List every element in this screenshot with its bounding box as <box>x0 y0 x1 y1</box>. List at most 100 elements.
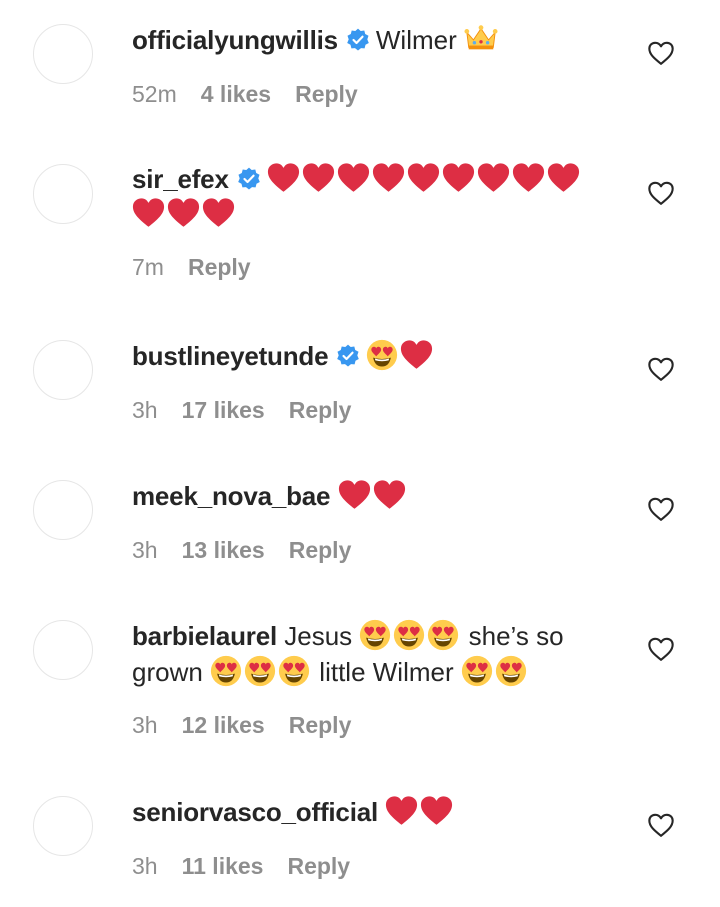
heart-outline-icon <box>647 812 675 838</box>
reply-button[interactable]: Reply <box>289 712 352 739</box>
crown-emoji <box>464 23 498 55</box>
comment-text: barbielaurel Jesus she’s so grown little… <box>132 618 612 690</box>
heart-outline-icon <box>647 496 675 522</box>
comment-body: bustlineyetunde 3h 17 likes Reply <box>132 338 612 424</box>
red-heart-emoji <box>420 795 453 827</box>
comment-text: seniorvasco_official <box>132 794 612 830</box>
heart-outline-icon <box>647 40 675 66</box>
likes-count[interactable]: 4 likes <box>201 81 271 108</box>
comment-body: seniorvasco_official 3h 11 likes Reply <box>132 794 612 880</box>
verified-badge-icon <box>237 167 261 191</box>
comment-text: bustlineyetunde <box>132 338 612 374</box>
red-heart-emoji <box>385 795 418 827</box>
like-button[interactable] <box>647 812 675 838</box>
red-heart-emoji <box>132 197 165 229</box>
verified-badge-icon <box>346 28 370 52</box>
comment-content: Wilmer <box>375 25 457 55</box>
comment-body: sir_efex 7m Reply <box>132 162 612 281</box>
comment-meta: 3h 13 likes Reply <box>132 537 612 564</box>
username[interactable]: seniorvasco_official <box>132 797 378 827</box>
comment-meta: 3h 11 likes Reply <box>132 853 612 880</box>
like-button[interactable] <box>647 180 675 206</box>
comment-content: little Wilmer <box>319 657 454 687</box>
red-heart-emoji <box>337 162 370 194</box>
reply-button[interactable]: Reply <box>289 537 352 564</box>
avatar[interactable] <box>33 340 93 400</box>
avatar[interactable] <box>33 620 93 680</box>
verified-badge-icon <box>336 344 360 368</box>
heart-eyes-emoji <box>210 655 242 687</box>
comment-meta: 3h 17 likes Reply <box>132 397 612 424</box>
heart-eyes-emoji <box>461 655 493 687</box>
reply-button[interactable]: Reply <box>287 853 350 880</box>
reply-button[interactable]: Reply <box>289 397 352 424</box>
likes-count[interactable]: 11 likes <box>182 853 264 880</box>
heart-outline-icon <box>647 636 675 662</box>
heart-outline-icon <box>647 356 675 382</box>
like-button[interactable] <box>647 496 675 522</box>
heart-eyes-emoji <box>427 619 459 651</box>
red-heart-emoji <box>547 162 580 194</box>
red-heart-emoji <box>400 339 433 371</box>
like-button[interactable] <box>647 636 675 662</box>
avatar[interactable] <box>33 24 93 84</box>
emoji-group <box>385 795 455 827</box>
comment-time: 7m <box>132 254 164 280</box>
comment-time: 52m <box>132 81 177 107</box>
likes-count[interactable]: 17 likes <box>182 397 265 424</box>
heart-eyes-emoji <box>278 655 310 687</box>
emoji-group <box>461 655 529 687</box>
red-heart-emoji <box>338 479 371 511</box>
red-heart-emoji <box>167 197 200 229</box>
comment-time: 3h <box>132 853 158 879</box>
likes-count[interactable]: 12 likes <box>182 712 265 739</box>
red-heart-emoji <box>442 162 475 194</box>
emoji-group <box>359 619 461 651</box>
comment-text: officialyungwillis Wilmer <box>132 22 612 58</box>
heart-eyes-emoji <box>359 619 391 651</box>
comment-body: barbielaurel Jesus she’s so grown little… <box>132 618 612 739</box>
avatar[interactable] <box>33 796 93 856</box>
red-heart-emoji <box>407 162 440 194</box>
red-heart-emoji <box>267 162 300 194</box>
comment-body: officialyungwillis Wilmer 52m 4 likes Rep… <box>132 22 612 108</box>
comment-meta: 52m 4 likes Reply <box>132 81 612 108</box>
like-button[interactable] <box>647 356 675 382</box>
red-heart-emoji <box>302 162 335 194</box>
red-heart-emoji <box>202 197 235 229</box>
emoji-group <box>338 479 408 511</box>
heart-eyes-emoji <box>366 339 398 371</box>
username[interactable]: barbielaurel <box>132 621 277 651</box>
comment-time: 3h <box>132 712 158 738</box>
avatar[interactable] <box>33 164 93 224</box>
avatar[interactable] <box>33 480 93 540</box>
comment-time: 3h <box>132 397 158 423</box>
emoji-group <box>210 655 312 687</box>
heart-eyes-emoji <box>244 655 276 687</box>
comment-meta: 3h 12 likes Reply <box>132 712 612 739</box>
username[interactable]: bustlineyetunde <box>132 341 329 371</box>
red-heart-emoji <box>373 479 406 511</box>
heart-eyes-emoji <box>393 619 425 651</box>
like-button[interactable] <box>647 40 675 66</box>
comment-meta: 7m Reply <box>132 254 612 281</box>
comment-time: 3h <box>132 537 158 563</box>
heart-outline-icon <box>647 180 675 206</box>
username[interactable]: officialyungwillis <box>132 25 338 55</box>
username[interactable]: meek_nova_bae <box>132 481 331 511</box>
comment-text: meek_nova_bae <box>132 478 612 514</box>
comment-text: sir_efex <box>132 162 612 232</box>
comment-content: Jesus <box>284 621 353 651</box>
username[interactable]: sir_efex <box>132 164 229 194</box>
red-heart-emoji <box>477 162 510 194</box>
emoji-group <box>464 25 498 55</box>
reply-button[interactable]: Reply <box>188 254 251 281</box>
comments-list: officialyungwillis Wilmer 52m 4 likes Rep… <box>0 0 720 907</box>
red-heart-emoji <box>372 162 405 194</box>
reply-button[interactable]: Reply <box>295 81 358 108</box>
emoji-group <box>366 339 435 371</box>
heart-eyes-emoji <box>495 655 527 687</box>
red-heart-emoji <box>512 162 545 194</box>
likes-count[interactable]: 13 likes <box>182 537 265 564</box>
comment-body: meek_nova_bae 3h 13 likes Reply <box>132 478 612 564</box>
